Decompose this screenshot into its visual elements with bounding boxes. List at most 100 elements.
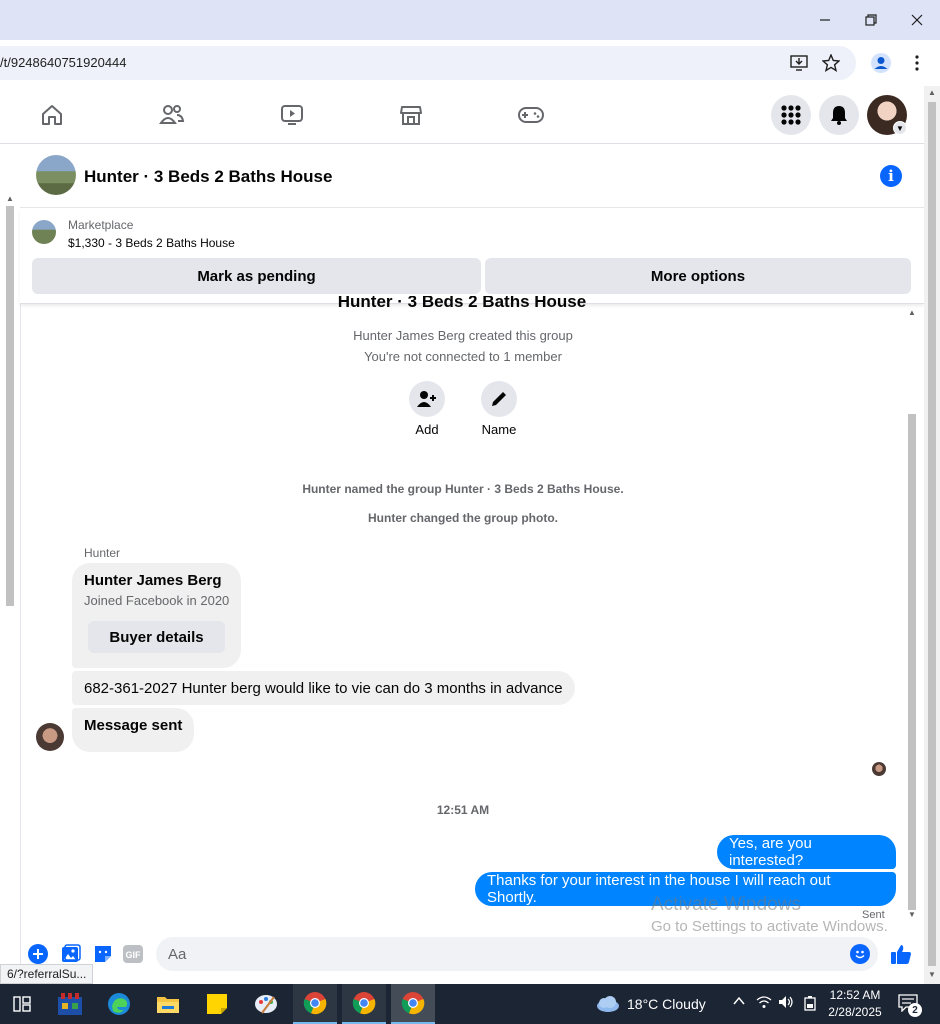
notifications-button[interactable] bbox=[819, 95, 859, 135]
chat-title[interactable]: Hunter · 3 Beds 2 Baths House bbox=[84, 167, 332, 187]
scrollbar-thumb[interactable] bbox=[908, 414, 916, 910]
buyer-name: Hunter James Berg bbox=[84, 572, 222, 589]
sticky-notes-icon bbox=[207, 994, 227, 1014]
browser-title-bar bbox=[0, 0, 940, 40]
profile-button[interactable] bbox=[868, 50, 894, 76]
outgoing-message[interactable]: Yes, are you interested? bbox=[717, 835, 896, 869]
profile-icon bbox=[871, 53, 891, 73]
info-icon[interactable]: i bbox=[880, 165, 902, 187]
install-app-icon bbox=[790, 55, 808, 71]
seen-by-avatar bbox=[872, 762, 886, 776]
sender-avatar[interactable] bbox=[36, 723, 64, 751]
volume-icon[interactable] bbox=[778, 995, 794, 1014]
chrome-icon bbox=[352, 992, 376, 1015]
add-person-icon bbox=[417, 391, 436, 407]
minimize-button[interactable] bbox=[802, 0, 848, 40]
plus-circle-icon bbox=[28, 944, 48, 964]
add-member-button[interactable] bbox=[409, 381, 445, 417]
page-scrollbar[interactable]: ▲ ▼ bbox=[924, 86, 940, 984]
name-group-button[interactable] bbox=[481, 381, 517, 417]
mark-pending-button[interactable]: Mark as pending bbox=[32, 258, 481, 294]
taskbar-app-chrome-2[interactable] bbox=[342, 984, 386, 1024]
restore-icon bbox=[865, 14, 877, 26]
battery-icon[interactable] bbox=[803, 995, 817, 1016]
sent-status: Sent bbox=[862, 909, 885, 921]
taskbar-app-file-explorer[interactable] bbox=[146, 984, 190, 1024]
notification-count-badge: 2 bbox=[908, 1003, 922, 1017]
group-created-text: Hunter James Berg created this group bbox=[353, 328, 573, 343]
scroll-up-arrow-icon[interactable]: ▲ bbox=[6, 194, 14, 203]
chrome-icon bbox=[303, 992, 327, 1015]
browser-toolbar: /t/9248640751920444 bbox=[0, 40, 940, 86]
sticker-button[interactable] bbox=[92, 943, 114, 965]
taskbar-app-paint[interactable] bbox=[244, 984, 288, 1024]
scroll-down-arrow-icon[interactable]: ▼ bbox=[908, 910, 916, 919]
send-like-button[interactable] bbox=[889, 942, 913, 966]
listing-thumbnail[interactable] bbox=[32, 220, 56, 244]
weather-text[interactable]: 18°C Cloudy bbox=[627, 996, 706, 1012]
folder-icon bbox=[157, 997, 179, 1013]
messages-scrollbar[interactable]: ▲ ▼ bbox=[906, 306, 918, 926]
scroll-up-arrow-icon[interactable]: ▲ bbox=[928, 88, 936, 97]
video-nav-button[interactable] bbox=[277, 100, 307, 130]
clock-time[interactable]: 12:52 AM bbox=[826, 988, 884, 1002]
buyer-details-button[interactable]: Buyer details bbox=[88, 621, 225, 653]
install-app-button[interactable] bbox=[786, 50, 812, 76]
listing-title[interactable]: $1,330 - 3 Beds 2 Baths House bbox=[68, 236, 235, 250]
close-window-button[interactable] bbox=[894, 0, 940, 40]
left-column-scrollbar[interactable]: ▲ bbox=[4, 194, 16, 984]
task-view-button[interactable] bbox=[0, 984, 44, 1024]
url-text: /t/9248640751920444 bbox=[0, 55, 127, 70]
clock-date[interactable]: 2/28/2025 bbox=[826, 1005, 884, 1019]
scroll-up-arrow-icon[interactable]: ▲ bbox=[908, 308, 916, 317]
scroll-down-arrow-icon[interactable]: ▼ bbox=[928, 970, 936, 979]
browser-menu-button[interactable] bbox=[904, 50, 930, 76]
buyer-joined-text: Joined Facebook in 2020 bbox=[84, 593, 230, 608]
restore-button[interactable] bbox=[848, 0, 894, 40]
weather-icon[interactable] bbox=[594, 995, 620, 1018]
windows-taskbar: 18°C Cloudy 12:52 AM 2/28/2025 2 bbox=[0, 984, 940, 1024]
gif-icon: GIF bbox=[123, 945, 143, 963]
bookmark-star-button[interactable] bbox=[818, 50, 844, 76]
video-icon bbox=[281, 105, 303, 125]
pencil-icon bbox=[492, 392, 506, 406]
activate-windows-subtitle: Go to Settings to activate Windows. bbox=[651, 918, 888, 935]
taskbar-app-game[interactable] bbox=[48, 984, 92, 1024]
friends-icon bbox=[159, 105, 185, 124]
grid-menu-icon bbox=[781, 105, 801, 125]
address-bar[interactable]: /t/9248640751920444 bbox=[0, 46, 856, 80]
more-actions-button[interactable] bbox=[27, 943, 49, 965]
gif-button[interactable]: GIF bbox=[122, 943, 144, 965]
notification-center-button[interactable]: 2 bbox=[898, 994, 922, 1017]
menu-grid-button[interactable] bbox=[771, 95, 811, 135]
group-intro-title: Hunter · 3 Beds 2 Baths House bbox=[337, 296, 587, 310]
add-label: Add bbox=[415, 422, 439, 437]
chevron-up-icon[interactable] bbox=[732, 994, 746, 1013]
group-named-event: Hunter named the group Hunter · 3 Beds 2… bbox=[302, 482, 624, 496]
scrollbar-thumb[interactable] bbox=[6, 206, 14, 606]
attach-photo-button[interactable] bbox=[60, 943, 82, 965]
more-options-button[interactable]: More options bbox=[485, 258, 911, 294]
activate-windows-title: Activate Windows bbox=[651, 894, 801, 915]
taskbar-app-chrome-1[interactable] bbox=[293, 984, 337, 1024]
taskbar-app-chrome-3[interactable] bbox=[391, 984, 435, 1024]
home-nav-button[interactable] bbox=[37, 100, 67, 130]
marketplace-nav-button[interactable] bbox=[396, 100, 426, 130]
friends-nav-button[interactable] bbox=[157, 100, 187, 130]
emoji-button[interactable] bbox=[850, 944, 870, 964]
group-avatar[interactable] bbox=[36, 155, 76, 195]
sticker-icon bbox=[95, 946, 111, 962]
taskbar-app-edge[interactable] bbox=[97, 984, 141, 1024]
sender-name: Hunter bbox=[84, 546, 121, 560]
incoming-message[interactable]: 682-361-2027 Hunter berg would like to v… bbox=[72, 671, 575, 705]
gaming-icon bbox=[518, 107, 544, 123]
group-photo-event: Hunter changed the group photo. bbox=[368, 511, 558, 525]
taskbar-app-sticky-notes[interactable] bbox=[195, 984, 239, 1024]
incoming-message[interactable]: Message sent bbox=[72, 708, 195, 752]
wifi-icon[interactable] bbox=[756, 995, 772, 1014]
chevron-down-icon[interactable]: ▼ bbox=[893, 121, 907, 135]
gaming-nav-button[interactable] bbox=[516, 100, 546, 130]
close-icon bbox=[911, 14, 923, 26]
scrollbar-thumb[interactable] bbox=[928, 102, 936, 966]
message-input[interactable] bbox=[156, 937, 878, 971]
